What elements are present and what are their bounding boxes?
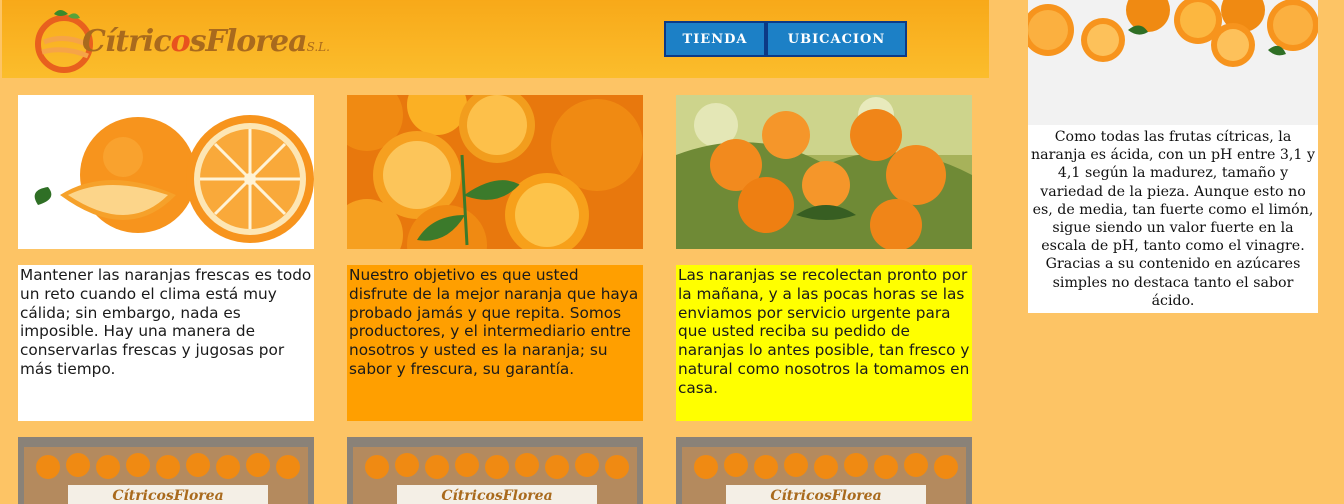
svg-text:CítricosFlorea: CítricosFlorea: [770, 488, 881, 504]
card-image-box-1: CítricosFlorea: [18, 437, 314, 504]
card-image-box-3: CítricosFlorea: [676, 437, 972, 504]
card-image-oranges-white: [18, 95, 314, 249]
card-text-goal: Nuestro objetivo es que usted disfrute d…: [347, 265, 643, 421]
brand-logo[interactable]: CítricosFloreaS.L.: [24, 4, 330, 74]
nav-ubicacion-button[interactable]: UBICACION: [766, 21, 907, 57]
brand-name: CítricosFloreaS.L.: [82, 24, 330, 59]
svg-text:CítricosFlorea: CítricosFlorea: [441, 488, 552, 504]
card-image-box-2: CítricosFlorea: [347, 437, 643, 504]
card-image-oranges-tree: [676, 95, 972, 249]
side-panel: Como todas las frutas cítricas, la naran…: [1028, 0, 1318, 313]
header: CítricosFloreaS.L. TIENDA UBICACION: [2, 0, 989, 78]
card-text-harvest: Las naranjas se recolectan pronto por la…: [676, 265, 972, 421]
side-image-oranges: [1028, 0, 1318, 125]
nav-tienda-button[interactable]: TIENDA: [664, 21, 766, 57]
svg-text:CítricosFlorea: CítricosFlorea: [112, 488, 223, 504]
side-text: Como todas las frutas cítricas, la naran…: [1031, 129, 1315, 309]
card-image-oranges-pile: [347, 95, 643, 249]
card-text-fresh: Mantener las naranjas frescas es todo un…: [18, 265, 314, 421]
